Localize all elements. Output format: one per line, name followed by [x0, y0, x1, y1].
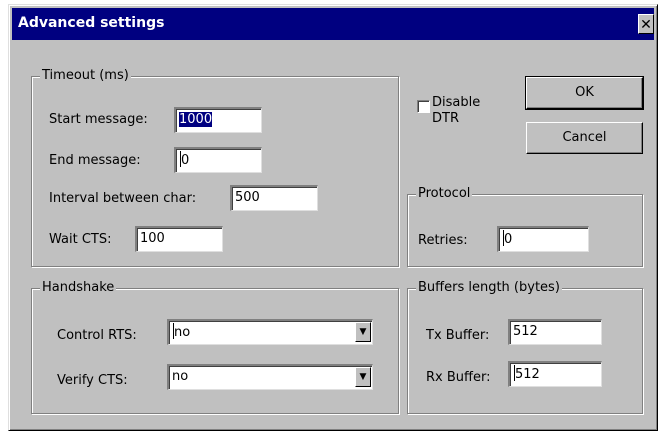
ok-button-label: OK: [575, 85, 594, 100]
title-bar[interactable]: Advanced settings ✕: [12, 8, 654, 40]
interval-input[interactable]: 500: [230, 185, 318, 211]
ok-button[interactable]: OK: [525, 76, 644, 110]
start-message-input[interactable]: 1000: [174, 107, 262, 133]
tx-buffer-value: 512: [513, 324, 538, 339]
timeout-group: Timeout (ms) Start message: 1000 End mes…: [31, 68, 399, 267]
tx-buffer-input[interactable]: 512: [508, 319, 602, 345]
control-rts-select[interactable]: no ▼: [167, 319, 373, 345]
end-message-input[interactable]: 0: [174, 147, 262, 173]
control-rts-label: Control RTS:: [57, 328, 137, 343]
verify-cts-label: Verify CTS:: [57, 373, 128, 388]
chevron-down-icon[interactable]: ▼: [355, 322, 371, 342]
buffers-group-label: Buffers length (bytes): [416, 280, 562, 296]
cancel-button[interactable]: Cancel: [526, 122, 643, 154]
chevron-down-icon[interactable]: ▼: [355, 367, 371, 387]
timeout-group-label: Timeout (ms): [40, 68, 131, 84]
start-message-value: 1000: [179, 112, 213, 127]
retries-label: Retries:: [418, 233, 468, 248]
verify-cts-value: no: [172, 369, 189, 384]
buffers-group: Buffers length (bytes) Tx Buffer: 512 Rx…: [407, 280, 643, 414]
rx-buffer-label: Rx Buffer:: [426, 370, 491, 385]
cancel-button-label: Cancel: [562, 130, 607, 145]
interval-label: Interval between char:: [49, 191, 197, 206]
protocol-group: Protocol Retries: 0: [407, 186, 643, 267]
interval-value: 500: [235, 190, 260, 205]
start-message-label: Start message:: [49, 112, 148, 127]
retries-input[interactable]: 0: [497, 226, 589, 252]
close-icon[interactable]: ✕: [638, 14, 654, 34]
rx-buffer-input[interactable]: 512: [508, 361, 602, 387]
protocol-group-label: Protocol: [416, 186, 473, 202]
end-message-value: 0: [181, 153, 190, 168]
disable-dtr-checkbox[interactable]: [417, 100, 430, 113]
retries-value: 0: [504, 232, 513, 247]
wait-cts-value: 100: [140, 231, 165, 246]
rx-buffer-value: 512: [515, 367, 540, 382]
handshake-group: Handshake Control RTS: no ▼ Verify CTS: …: [31, 280, 399, 414]
dialog-title: Advanced settings: [18, 15, 165, 31]
wait-cts-input[interactable]: 100: [135, 226, 223, 252]
tx-buffer-label: Tx Buffer:: [426, 328, 490, 343]
advanced-settings-dialog: Advanced settings ✕ Timeout (ms) Start m…: [8, 4, 658, 431]
handshake-group-label: Handshake: [40, 280, 117, 296]
end-message-label: End message:: [49, 153, 141, 168]
disable-dtr-label-line2: DTR: [432, 111, 459, 126]
wait-cts-label: Wait CTS:: [49, 232, 112, 247]
verify-cts-select[interactable]: no ▼: [167, 364, 373, 390]
control-rts-value: no: [174, 325, 191, 340]
